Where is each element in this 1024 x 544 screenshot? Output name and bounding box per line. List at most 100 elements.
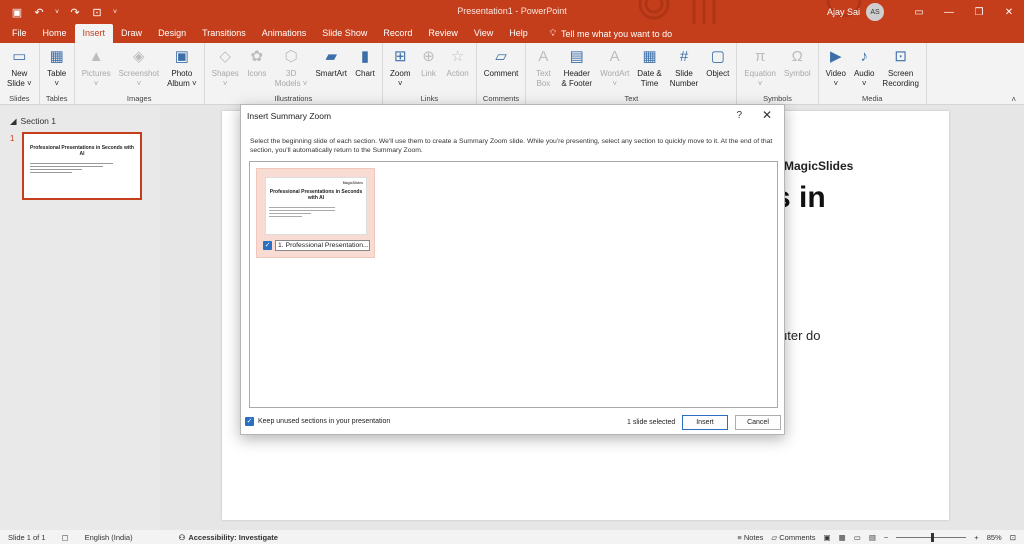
slide-thumbnail[interactable]: Professional Presentations in Seconds wi… (22, 132, 142, 200)
account-area[interactable]: Ajay Sai AS (827, 0, 884, 24)
tab-insert[interactable]: Insert (74, 24, 114, 43)
keep-unused-label: Keep unused sections in your presentatio… (258, 418, 391, 425)
group-label: Media (862, 94, 883, 103)
ribbon-group-illustrations: ◇ Shapes ˅ ✿ Icons ⬡ 3D Models ˅ ▰ SmartArt ▮ Cha… (205, 43, 384, 105)
zoom-slider[interactable] (896, 532, 967, 542)
start-from-beginning-icon[interactable]: ⊡ (90, 5, 104, 19)
redo-icon[interactable]: ↷ (68, 5, 82, 19)
zoom-out-icon[interactable]: − (884, 533, 888, 542)
reading-view-icon[interactable]: ▭ (854, 533, 861, 542)
close-window-icon[interactable]: ✕ (994, 0, 1024, 24)
audio-button[interactable]: ♪ Audio ˅ (850, 47, 878, 89)
section-name: Section 1 (20, 116, 56, 126)
collapse-ribbon-icon[interactable]: ˄ (1011, 95, 1016, 104)
cancel-button[interactable]: Cancel (735, 415, 781, 430)
keep-unused-checkbox[interactable]: ✓ (245, 417, 254, 426)
keep-unused-sections-option[interactable]: ✓ Keep unused sections in your presentat… (245, 417, 390, 426)
avatar[interactable]: AS (866, 3, 884, 21)
chart-button[interactable]: ▮ Chart (351, 47, 379, 79)
command-label: Icons (247, 69, 267, 78)
language-status[interactable]: English (India) (77, 533, 141, 542)
tab-view[interactable]: View (466, 24, 501, 43)
comments-label: Comments (779, 532, 816, 542)
text-box-icon: A (538, 48, 549, 65)
chevron-down-icon[interactable]: ˅ (54, 5, 60, 19)
ribbon-group-slides: ▭ New Slide ˅ Slides (0, 43, 40, 105)
section-card[interactable]: MagicSlides Professional Presentations i… (256, 168, 375, 258)
comment-button[interactable]: ▱ Comment (480, 47, 523, 79)
tab-home[interactable]: Home (35, 24, 75, 43)
slide-sorter-icon[interactable]: ▦ (839, 533, 846, 542)
zoom-in-icon[interactable]: + (974, 533, 978, 542)
header-footer-button[interactable]: ▤ Header & Footer (557, 47, 596, 89)
section-header[interactable]: ◢ Section 1 (10, 116, 56, 127)
normal-view-icon[interactable]: ▣ (824, 533, 831, 542)
slide-body-text[interactable]: uter do (780, 328, 820, 343)
close-icon[interactable]: ✕ (762, 108, 772, 122)
section-thumbnail[interactable]: MagicSlides Professional Presentations i… (265, 177, 367, 235)
slide-number: 1 (10, 134, 15, 143)
video-button[interactable]: ▶ Video ˅ (822, 47, 850, 89)
shapes-button: ◇ Shapes ˅ (208, 47, 243, 89)
tell-me-search[interactable]: 💡︎ Tell me what you want to do (536, 24, 672, 43)
slide-thumbnails-pane: ◢ Section 1 1 Professional Presentations… (0, 106, 160, 530)
equation-icon: π (754, 48, 766, 65)
action-icon: ☆ (450, 48, 465, 65)
undo-icon[interactable]: ↶ (32, 5, 46, 19)
slide-number-button[interactable]: # Slide Number (666, 47, 702, 89)
title-bar: ▣ ↶ ˅ ↷ ⊡ ˅ Presentation1 - PowerPoint A… (0, 0, 1024, 24)
tab-draw[interactable]: Draw (113, 24, 150, 43)
tab-review[interactable]: Review (420, 24, 466, 43)
tab-help[interactable]: Help (501, 24, 536, 43)
customize-qat-icon[interactable]: ˅ (112, 5, 118, 19)
command-label: New Slide ˅ (7, 69, 32, 88)
object-button[interactable]: ▢ Object (702, 47, 733, 79)
tell-me-label: Tell me what you want to do (561, 28, 673, 39)
tab-design[interactable]: Design (150, 24, 194, 43)
zoom-level[interactable]: 85% (987, 533, 1002, 542)
ribbon-display-options-icon[interactable]: ▭ (904, 0, 934, 24)
section-label[interactable]: 1. Professional Presentation... (275, 240, 370, 251)
command-label: Date & Time (637, 69, 662, 88)
restore-icon[interactable]: ❐ (964, 0, 994, 24)
link-button: ⊕ Link (414, 47, 442, 79)
section-list[interactable]: MagicSlides Professional Presentations i… (249, 161, 778, 408)
zoom-button[interactable]: ⊞ Zoom ˅ (386, 47, 414, 89)
fit-slide-icon[interactable]: ⊡ (1010, 533, 1016, 542)
tab-transitions[interactable]: Transitions (194, 24, 254, 43)
tab-animations[interactable]: Animations (254, 24, 315, 43)
date-time-button[interactable]: ▦ Date & Time (633, 47, 665, 89)
minimize-icon[interactable]: — (934, 0, 964, 24)
user-name: Ajay Sai (826, 7, 860, 17)
section-checkbox[interactable]: ✓ (263, 241, 272, 250)
notes-button[interactable]: ≡ Notes (737, 533, 763, 542)
ribbon-group-tables: ▦ Table ˅ Tables (40, 43, 75, 105)
audio-icon: ♪ (860, 48, 868, 65)
zoom-slider-thumb[interactable] (931, 532, 935, 542)
selected-count: 1 slide selected (627, 419, 676, 426)
accessibility-status[interactable]: ⚇ Accessibility: Investigate (171, 533, 286, 542)
group-label: Text (624, 94, 639, 103)
tab-file[interactable]: File (4, 24, 35, 43)
slide-show-icon[interactable]: ▤ (869, 533, 876, 542)
spelling-icon[interactable]: ▢ (54, 533, 77, 542)
chart-icon: ▮ (360, 48, 370, 65)
save-icon[interactable]: ▣ (10, 5, 24, 19)
collapse-section-icon[interactable]: ◢ (10, 116, 17, 127)
photo-album-button[interactable]: ▣ Photo Album ˅ (163, 47, 201, 89)
video-icon: ▶ (830, 48, 842, 65)
tab-slide-show[interactable]: Slide Show (314, 24, 375, 43)
smartart-button[interactable]: ▰ SmartArt (311, 47, 351, 79)
comments-button[interactable]: ▱ Comments (771, 533, 815, 542)
accessibility-icon: ⚇ (178, 532, 186, 542)
text-box-button: A Text Box (529, 47, 557, 89)
insert-button[interactable]: Insert (682, 415, 728, 430)
table-button[interactable]: ▦ Table ˅ (43, 47, 71, 89)
object-icon: ▢ (710, 48, 725, 65)
command-label: Chart (355, 69, 375, 78)
new-slide-button[interactable]: ▭ New Slide ˅ (3, 47, 36, 89)
slide-brand-text[interactable]: MagicSlides (784, 159, 853, 173)
tab-record[interactable]: Record (375, 24, 420, 43)
screen-recording-button[interactable]: ⊡ Screen Recording (878, 47, 922, 89)
help-icon[interactable]: ? (736, 110, 742, 121)
